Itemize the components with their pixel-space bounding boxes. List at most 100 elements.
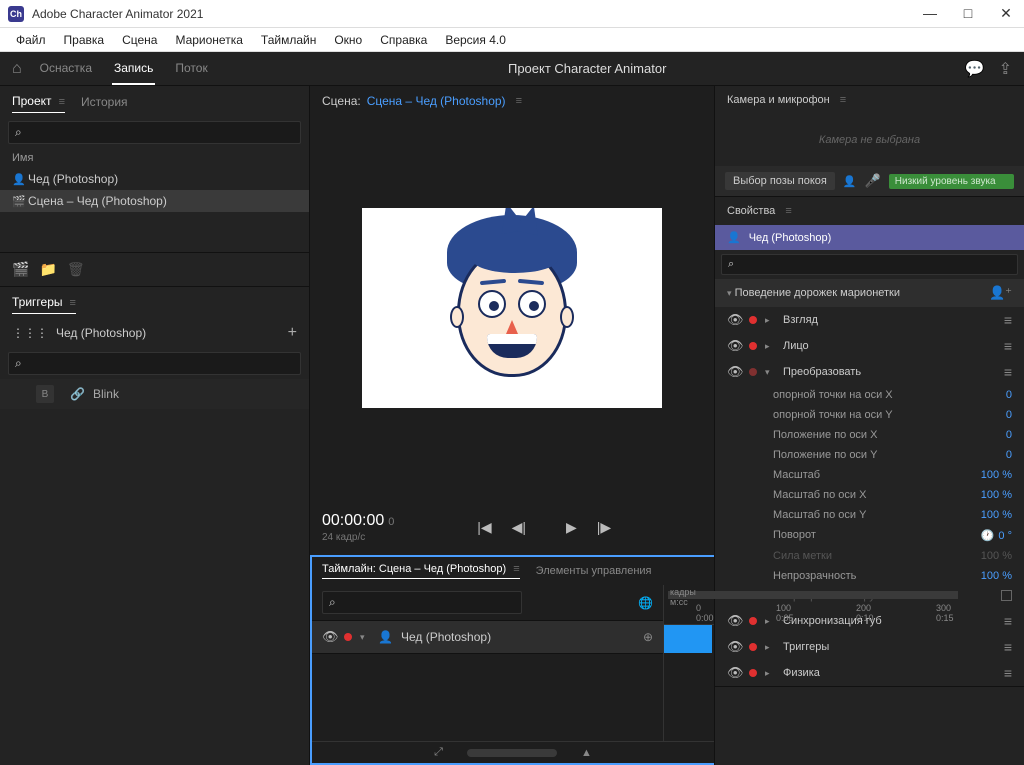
properties-search[interactable]: ⌕ — [721, 254, 1018, 275]
record-arm-icon[interactable] — [749, 368, 757, 376]
project-item-puppet[interactable]: 👤 Чед (Photoshop) — [0, 168, 309, 190]
home-icon[interactable]: ⌂ — [12, 60, 22, 78]
menu-puppet[interactable]: Марионетка — [167, 31, 250, 49]
share-icon[interactable]: ⇪ — [999, 59, 1012, 79]
timeline-tab[interactable]: Таймлайн: Сцена – Чед (Photoshop) ≡ — [322, 563, 520, 579]
property-row[interactable]: Поворот🕐0 ° — [715, 525, 1024, 546]
timeline-search-input[interactable] — [336, 597, 515, 609]
property-row[interactable]: Непрозрачность100 % — [715, 566, 1024, 586]
chevron-right-icon[interactable]: ▸ — [765, 315, 775, 326]
rest-pose-button[interactable]: Выбор позы покоя — [725, 172, 835, 190]
preview-canvas[interactable] — [362, 208, 662, 408]
tab-stream[interactable]: Поток — [173, 53, 209, 85]
tab-record[interactable]: Запись — [112, 53, 155, 85]
clapperboard-icon[interactable]: 🎬 — [12, 261, 29, 278]
property-row[interactable]: Положение по оси Y0 — [715, 445, 1024, 465]
expand-icon[interactable]: ⤢ — [434, 746, 443, 759]
step-back-button[interactable]: ◀| — [512, 519, 526, 536]
scene-name-link[interactable]: Сцена – Чед (Photoshop) — [367, 94, 506, 108]
globe-icon[interactable]: 🌐 — [638, 596, 653, 610]
properties-search-input[interactable] — [734, 259, 1011, 271]
behavior-row[interactable]: 👁▸Физика≡ — [715, 660, 1024, 686]
chevron-right-icon[interactable]: ▸ — [765, 642, 775, 653]
behavior-transform[interactable]: 👁 ▾ Преобразовать ≡ — [715, 359, 1024, 385]
menu-icon[interactable]: ≡ — [1004, 665, 1012, 681]
project-search[interactable]: ⌕ — [8, 121, 301, 144]
behaviors-header[interactable]: ▾ Поведение дорожек марионетки 👤⁺ — [715, 279, 1024, 307]
tab-rig[interactable]: Оснастка — [38, 53, 94, 85]
project-search-input[interactable] — [22, 127, 294, 139]
chat-icon[interactable]: 💬 — [965, 59, 985, 79]
timeline-scrollbar[interactable] — [467, 749, 557, 757]
chevron-down-icon[interactable]: ▾ — [360, 632, 370, 643]
step-forward-button[interactable]: |▶ — [597, 519, 611, 536]
property-row[interactable]: Сила метки100 % — [715, 546, 1024, 566]
timeline-controls-tab[interactable]: Элементы управления — [536, 565, 652, 577]
mic-icon[interactable]: 🎤 — [865, 173, 881, 189]
menu-version[interactable]: Версия 4.0 — [437, 31, 514, 49]
menu-icon[interactable]: ≡ — [785, 205, 791, 217]
record-arm-icon[interactable] — [749, 669, 757, 677]
play-button[interactable]: ▶ — [566, 519, 577, 536]
project-item-scene[interactable]: 🎬 Сцена – Чед (Photoshop) — [0, 190, 309, 212]
menu-icon[interactable]: ≡ — [1004, 338, 1012, 354]
trigger-key[interactable]: B — [36, 385, 54, 403]
visibility-icon[interactable]: 👁 — [727, 665, 741, 681]
menu-icon[interactable]: ≡ — [1004, 312, 1012, 328]
user-icon[interactable]: 👤 — [843, 175, 857, 188]
property-row[interactable]: Масштаб по оси Y100 % — [715, 505, 1024, 525]
checkbox[interactable] — [1001, 590, 1012, 601]
menu-help[interactable]: Справка — [372, 31, 435, 49]
delete-icon[interactable]: 🗑 — [67, 261, 85, 278]
record-arm-icon[interactable] — [749, 643, 757, 651]
property-row[interactable]: Положение по оси X0 — [715, 425, 1024, 445]
trigger-search-input[interactable] — [22, 358, 294, 370]
menu-scene[interactable]: Сцена — [114, 31, 165, 49]
menu-file[interactable]: Файл — [8, 31, 54, 49]
goto-start-button[interactable]: |◀ — [477, 519, 491, 536]
tab-triggers[interactable]: Триггеры ≡ — [12, 295, 76, 314]
visibility-icon[interactable]: 👁 — [322, 629, 336, 645]
behavior-row[interactable]: 👁▸Триггеры≡ — [715, 634, 1024, 660]
chevron-right-icon[interactable]: ▸ — [765, 341, 775, 352]
property-row[interactable]: Масштаб100 % — [715, 465, 1024, 485]
add-trigger-button[interactable]: + — [288, 324, 297, 342]
maximize-button[interactable]: □ — [958, 5, 978, 22]
menu-icon[interactable]: ≡ — [840, 94, 846, 106]
menu-edit[interactable]: Правка — [56, 31, 113, 49]
timeline-clip[interactable] — [664, 625, 712, 653]
chevron-down-icon[interactable]: ▾ — [765, 367, 775, 378]
record-arm-icon[interactable] — [749, 316, 757, 324]
menu-icon[interactable]: ≡ — [1004, 639, 1012, 655]
menu-window[interactable]: Окно — [326, 31, 370, 49]
timeline-track[interactable]: 👁 ▾ 👤 Чед (Photoshop) ⊕ — [312, 620, 663, 654]
trigger-item[interactable]: B 🔗 Blink — [0, 379, 309, 409]
behavior-row[interactable]: 👁 ▸ Лицо ≡ — [715, 333, 1024, 359]
close-button[interactable]: ✕ — [996, 5, 1016, 22]
visibility-icon[interactable]: 👁 — [727, 312, 741, 328]
properties-puppet[interactable]: 👤 Чед (Photoshop) — [715, 225, 1024, 250]
timeline-search[interactable]: ⌕ — [322, 591, 522, 614]
menu-icon[interactable]: ≡ — [516, 95, 522, 107]
timecode[interactable]: 00:00:00 — [322, 512, 384, 529]
behavior-row[interactable]: 👁 ▸ Взгляд ≡ — [715, 307, 1024, 333]
record-arm-icon[interactable] — [749, 342, 757, 350]
tab-project[interactable]: Проект ≡ — [12, 94, 65, 113]
add-behavior-icon[interactable]: 👤⁺ — [989, 285, 1012, 301]
zoom-icon[interactable]: ▲ — [581, 747, 592, 759]
folder-icon[interactable]: 📁 — [39, 261, 56, 278]
record-arm-icon[interactable] — [344, 633, 352, 641]
menu-timeline[interactable]: Таймлайн — [253, 31, 324, 49]
visibility-icon[interactable]: 👁 — [727, 338, 741, 354]
property-row[interactable]: опорной точки на оси X0 — [715, 385, 1024, 405]
chevron-right-icon[interactable]: ▸ — [765, 668, 775, 679]
trigger-puppet-row[interactable]: ⋮⋮⋮Чед (Photoshop) + — [0, 318, 309, 348]
property-row[interactable]: опорной точки на оси Y0 — [715, 405, 1024, 425]
visibility-icon[interactable]: 👁 — [727, 364, 741, 380]
mask-icon[interactable]: ⊕ — [643, 630, 653, 644]
timeline-ruler[interactable]: кадры м:сс 00:00 1000:05 2000:10 3000:15 — [664, 585, 714, 625]
minimize-button[interactable]: — — [920, 5, 940, 22]
trigger-search[interactable]: ⌕ — [8, 352, 301, 375]
menu-icon[interactable]: ≡ — [56, 96, 65, 108]
property-row[interactable]: Масштаб по оси X100 % — [715, 485, 1024, 505]
